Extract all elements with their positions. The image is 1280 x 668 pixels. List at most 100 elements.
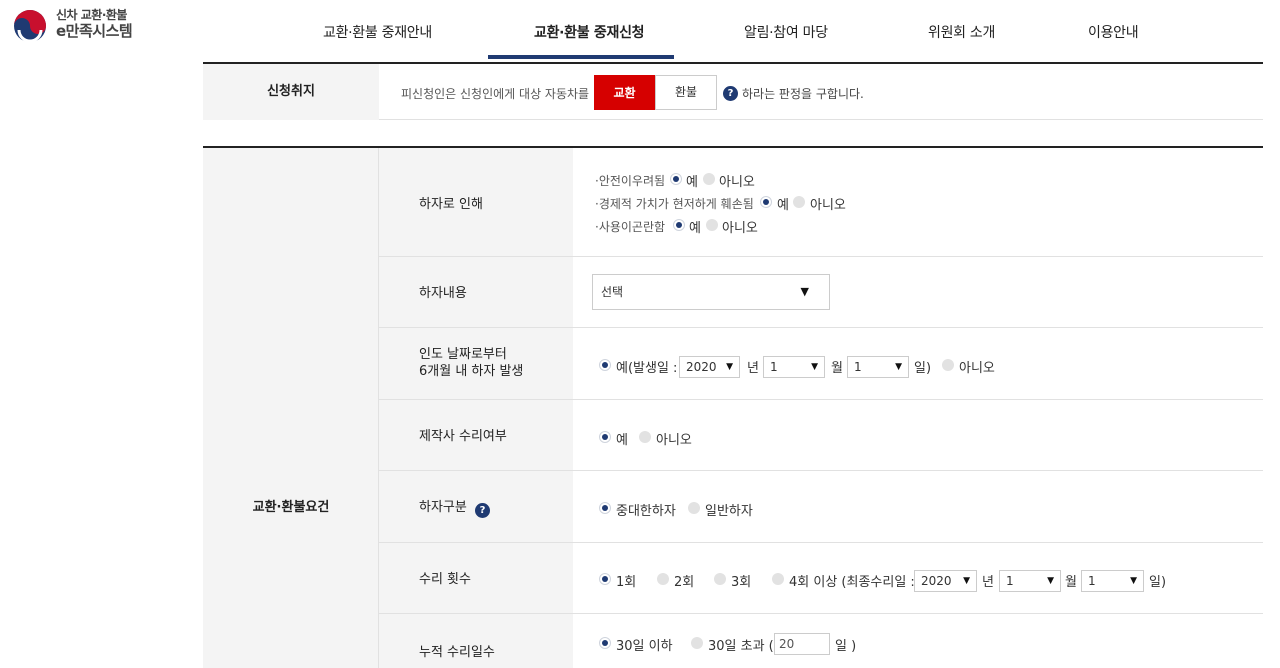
chevron-down-icon: ▼: [1047, 576, 1054, 586]
nav-mediation-apply[interactable]: 교환·환불 중재신청: [534, 22, 645, 42]
repair-count-4plus-label: 4회 이상 (최종수리일 :: [789, 575, 915, 590]
row-within6-label-line2: 6개월 내 하자 발생: [419, 364, 524, 379]
last-repair-month-unit: 월: [1065, 575, 1077, 590]
repair-count-2-radio[interactable]: [657, 573, 669, 585]
within6-day-value: 1: [854, 360, 862, 374]
within6-yes-label: 예(발생일 :: [616, 361, 678, 376]
row-within-6-months: 인도 날짜로부터 6개월 내 하자 발생 예(발생일 : 2020 ▼ 년 1 ▼ …: [379, 328, 1263, 400]
row-manufacturer-repair: 제작사 수리여부 예 아니오: [379, 400, 1263, 471]
row-defect-type-label: 하자구분: [419, 500, 467, 515]
requirements-table: 교환·환불요건 하자로 인해 ·안전이우려됨 예 아니오 ·경제적 가치가 현저…: [203, 146, 1263, 668]
nav-active-indicator: [488, 55, 674, 59]
defect-content-value: 선택: [601, 285, 624, 299]
purpose-row: 신청취지 피신청인은 신청인에게 대상 자동차를 교환 환불 ? 하라는 판정을…: [203, 62, 1263, 120]
repair-yes-radio[interactable]: [599, 431, 611, 443]
defect-safety-no-radio[interactable]: [703, 173, 715, 185]
chevron-down-icon: ▼: [811, 362, 818, 372]
within6-month-unit: 월: [831, 361, 843, 376]
defect-usage-no-label: 아니오: [722, 221, 758, 236]
within6-yes-radio[interactable]: [599, 359, 611, 371]
chevron-down-icon: ▼: [726, 362, 733, 372]
defect-safety-yes-label: 예: [686, 175, 698, 190]
repair-count-1-radio[interactable]: [599, 573, 611, 585]
defect-safety-no-label: 아니오: [719, 175, 755, 190]
exchange-button[interactable]: 교환: [594, 75, 655, 110]
purpose-tail-text: 하라는 판정을 구합니다.: [742, 87, 864, 101]
within6-day-select[interactable]: 1 ▼: [847, 356, 909, 378]
requirements-group-cell: 교환·환불요건: [203, 148, 379, 668]
row-within6-label-line1: 인도 날짜로부터: [419, 347, 507, 362]
row-repair-count: 수리 횟수 1회 2회 3회 4회 이상 (최종수리일 : 2020 ▼ 년 1 ▼…: [379, 543, 1263, 614]
nav-committee[interactable]: 위원회 소개: [928, 22, 995, 42]
within6-no-label: 아니오: [959, 361, 995, 376]
repair-count-2-label: 2회: [674, 575, 695, 590]
nav-usage-guide[interactable]: 이용안내: [1088, 22, 1139, 42]
repair-no-label: 아니오: [656, 433, 692, 448]
repair-days-under30-radio[interactable]: [599, 637, 611, 649]
row-defect-type: 하자구분 ? 중대한하자 일반하자: [379, 471, 1263, 543]
defect-usage-text: ·사용이곤란함: [595, 220, 666, 234]
purpose-text: 피신청인은 신청인에게 대상 자동차를: [401, 87, 590, 101]
defect-value-no-radio[interactable]: [793, 196, 805, 208]
defect-value-no-label: 아니오: [810, 198, 846, 213]
within6-month-select[interactable]: 1 ▼: [763, 356, 825, 378]
within6-year-unit: 년: [747, 361, 759, 376]
help-icon[interactable]: ?: [475, 503, 490, 518]
row-manufacturer-repair-label: 제작사 수리여부: [419, 429, 507, 444]
requirements-group-label: 교환·환불요건: [252, 500, 330, 515]
site-logo[interactable]: 신차 교환·환불 e만족시스템: [12, 6, 152, 46]
repair-days-under30-label: 30일 이하: [616, 639, 673, 654]
defect-type-general-label: 일반하자: [705, 504, 753, 519]
defect-usage-yes-radio[interactable]: [673, 219, 685, 231]
purpose-label: 신청취지: [203, 64, 379, 120]
defect-value-yes-radio[interactable]: [760, 196, 772, 208]
row-repair-count-label: 수리 횟수: [419, 572, 471, 587]
defect-value-yes-label: 예: [777, 198, 789, 213]
row-repair-days: 누적 수리일수 30일 이하 30일 초과 ( 20 일 ): [379, 614, 1263, 668]
repair-days-over30-radio[interactable]: [691, 637, 703, 649]
taegeuk-logo-icon: [14, 10, 46, 43]
repair-days-over30-label: 30일 초과 (: [708, 639, 774, 654]
main-nav: 교환·환불 중재안내 교환·환불 중재신청 알림·참여 마당 위원회 소개 이용…: [280, 0, 1280, 60]
refund-button[interactable]: 환불: [655, 75, 717, 110]
within6-no-radio[interactable]: [942, 359, 954, 371]
row-defect-label: 하자로 인해: [419, 197, 483, 212]
repair-days-unit: 일 ): [835, 639, 857, 654]
within6-day-unit: 일): [914, 361, 932, 376]
defect-type-major-radio[interactable]: [599, 502, 611, 514]
defect-value-text: ·경제적 가치가 현저하게 훼손됨: [595, 197, 754, 211]
defect-usage-no-radio[interactable]: [706, 219, 718, 231]
repair-yes-label: 예: [616, 433, 628, 448]
last-repair-year-value: 2020: [921, 574, 952, 588]
row-defect-content: 하자내용 선택 ▼: [379, 257, 1263, 328]
nav-mediation-guide[interactable]: 교환·환불 중재안내: [323, 22, 432, 42]
last-repair-day-select[interactable]: 1 ▼: [1081, 570, 1144, 592]
chevron-down-icon: ▼: [800, 285, 809, 298]
chevron-down-icon: ▼: [1130, 576, 1137, 586]
chevron-down-icon: ▼: [895, 362, 902, 372]
within6-month-value: 1: [770, 360, 778, 374]
help-icon[interactable]: ?: [723, 86, 738, 101]
last-repair-month-value: 1: [1006, 574, 1014, 588]
chevron-down-icon: ▼: [963, 576, 970, 586]
row-defect-content-label: 하자내용: [419, 286, 467, 301]
repair-no-radio[interactable]: [639, 431, 651, 443]
defect-safety-text: ·안전이우려됨: [595, 174, 666, 188]
repair-count-4plus-radio[interactable]: [772, 573, 784, 585]
defect-content-select[interactable]: 선택 ▼: [592, 274, 830, 310]
logo-subtitle: e만족시스템: [56, 22, 133, 40]
repair-count-3-label: 3회: [731, 575, 752, 590]
nav-notice[interactable]: 알림·참여 마당: [744, 22, 828, 42]
repair-count-3-radio[interactable]: [714, 573, 726, 585]
defect-safety-yes-radio[interactable]: [670, 173, 682, 185]
last-repair-month-select[interactable]: 1 ▼: [999, 570, 1061, 592]
repair-days-input[interactable]: 20: [774, 633, 830, 655]
defect-usage-yes-label: 예: [689, 221, 701, 236]
last-repair-day-value: 1: [1088, 574, 1096, 588]
last-repair-year-select[interactable]: 2020 ▼: [914, 570, 977, 592]
row-defect: 하자로 인해 ·안전이우려됨 예 아니오 ·경제적 가치가 현저하게 훼손됨 예…: [379, 148, 1263, 257]
within6-year-select[interactable]: 2020 ▼: [679, 356, 740, 378]
defect-type-general-radio[interactable]: [688, 502, 700, 514]
repair-count-1-label: 1회: [616, 575, 637, 590]
defect-type-major-label: 중대한하자: [616, 504, 676, 519]
